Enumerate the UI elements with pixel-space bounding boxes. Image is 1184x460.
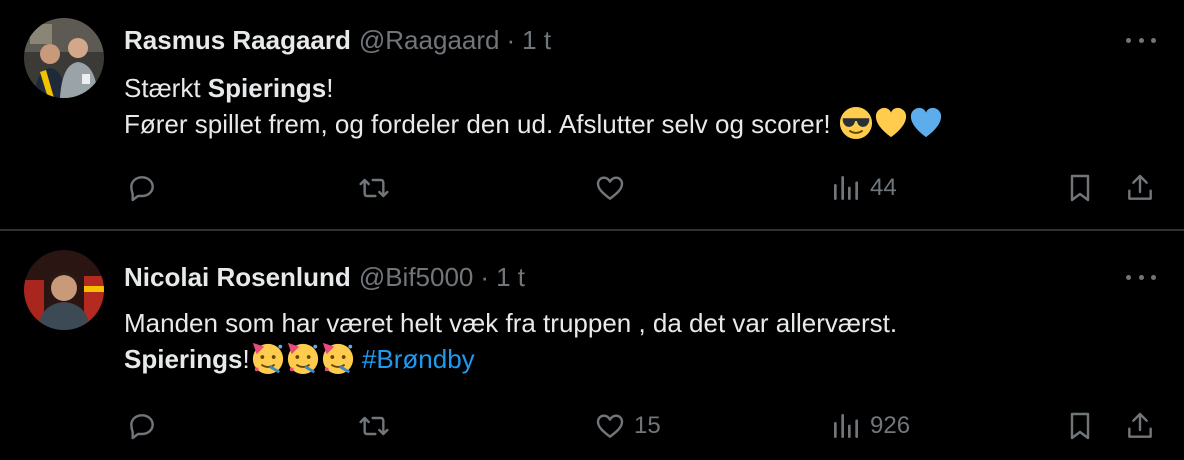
- blue-heart-emoji: [910, 107, 941, 138]
- retweet-button[interactable]: [358, 406, 398, 446]
- bookmark-icon: [1070, 412, 1090, 440]
- tweet-text: Stærkt Spierings! Fører spillet frem, og…: [124, 70, 943, 142]
- author-name[interactable]: Nicolai Rosenlund: [124, 262, 351, 293]
- text-segment: Fører spillet frem, og fordeler den ud. …: [124, 109, 831, 139]
- view-count: 44: [870, 174, 897, 201]
- bookmark-button[interactable]: [1064, 406, 1096, 446]
- views-icon: [834, 176, 858, 200]
- timestamp[interactable]: 1 t: [522, 25, 551, 56]
- bookmark-icon: [1070, 174, 1090, 202]
- views-button[interactable]: 44: [830, 168, 897, 208]
- reply-icon: [130, 414, 154, 440]
- like-icon: [596, 414, 624, 438]
- more-icon[interactable]: [1126, 267, 1156, 287]
- reply-icon: [130, 176, 154, 202]
- author-handle[interactable]: @Bif5000: [359, 262, 474, 293]
- retweet-icon: [359, 416, 389, 436]
- tweet[interactable]: Rasmus Raagaard @Raagaard · 1 t Stærkt S…: [0, 0, 1184, 231]
- views-icon: [834, 414, 858, 438]
- reply-button[interactable]: [126, 168, 166, 208]
- text-segment: !: [326, 73, 334, 103]
- bookmark-button[interactable]: [1064, 168, 1096, 208]
- retweet-icon: [359, 178, 389, 198]
- author-name[interactable]: Rasmus Raagaard: [124, 25, 351, 56]
- avatar[interactable]: [24, 250, 104, 330]
- view-count: 926: [870, 412, 911, 439]
- share-icon: [1128, 174, 1152, 200]
- like-button[interactable]: [594, 168, 634, 208]
- sunglasses-face-emoji: [839, 106, 872, 140]
- retweet-button[interactable]: [358, 168, 398, 208]
- tweet-line: Stærkt Spierings!: [124, 70, 943, 106]
- text-segment: Stærkt: [124, 73, 208, 103]
- separator-dot: ·: [506, 24, 516, 55]
- yellow-heart-emoji: [875, 107, 906, 138]
- bold-text: Spierings: [207, 73, 327, 103]
- share-button[interactable]: [1124, 406, 1156, 446]
- tweet-line: Fører spillet frem, og fordeler den ud. …: [124, 106, 943, 142]
- share-icon: [1128, 412, 1152, 438]
- avatar[interactable]: [24, 18, 104, 98]
- like-icon: [596, 176, 624, 200]
- views-button[interactable]: 926: [830, 406, 910, 446]
- like-count: 15: [634, 412, 661, 439]
- action-bar: 44: [0, 168, 1184, 208]
- share-button[interactable]: [1124, 168, 1156, 208]
- hashtag-link[interactable]: #Brøndby: [362, 344, 475, 374]
- author-handle[interactable]: @Raagaard: [359, 25, 500, 56]
- like-button[interactable]: 15: [594, 406, 661, 446]
- separator-dot: ·: [480, 261, 490, 292]
- timestamp[interactable]: 1 t: [496, 262, 525, 293]
- reply-button[interactable]: [126, 406, 166, 446]
- more-icon[interactable]: [1126, 30, 1156, 50]
